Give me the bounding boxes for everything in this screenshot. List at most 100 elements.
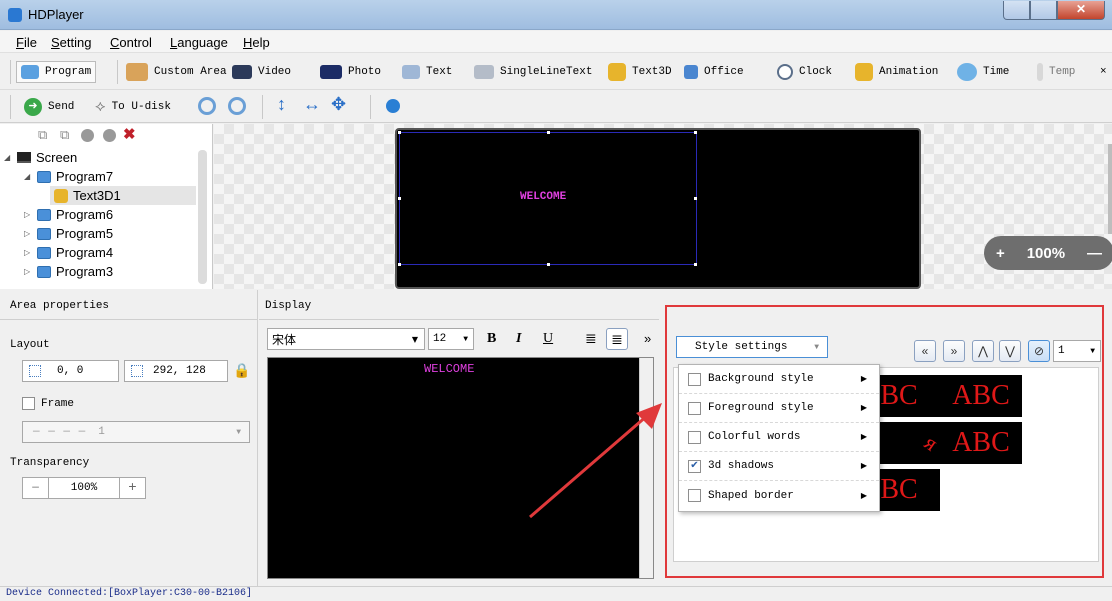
chevron-down-icon: ▼ — [463, 334, 468, 344]
align-left-icon[interactable]: ≣ — [585, 330, 597, 347]
move-icon[interactable]: ✥ — [331, 94, 346, 115]
text3d-icon — [54, 188, 68, 203]
editor-welcome-text: WELCOME — [424, 362, 475, 376]
program-icon — [37, 265, 51, 278]
position-icon — [29, 365, 41, 377]
text-button[interactable]: Text — [402, 61, 452, 83]
font-size-select[interactable]: 12 ▼ — [428, 328, 474, 350]
maximize-button[interactable] — [1030, 1, 1057, 20]
annotation-arrow — [529, 403, 662, 519]
app-icon — [8, 8, 22, 22]
lock-icon[interactable]: 🔒 — [233, 362, 250, 379]
menu-language[interactable]: Language — [170, 35, 228, 50]
tree-scrollbar[interactable] — [198, 150, 207, 284]
frame-checkbox[interactable] — [22, 397, 35, 410]
usb-icon: ⟡ — [95, 98, 106, 116]
delete-icon[interactable]: ✖ — [123, 125, 136, 143]
copy-icon[interactable]: ⧉ — [38, 127, 47, 143]
play-icon[interactable] — [386, 99, 400, 113]
clock-button[interactable]: Clock — [777, 61, 832, 83]
position-field[interactable]: 0, 0 — [22, 360, 119, 382]
tree-item-program5[interactable]: ▷ Program5 — [24, 224, 113, 243]
area-properties-panel: Area properties Layout 0, 0 292, 128 🔒 F… — [0, 290, 258, 586]
move-up-icon[interactable] — [81, 129, 94, 142]
selected-area[interactable]: WELCOME — [398, 131, 697, 266]
highlight-box — [665, 305, 1104, 578]
zoom-in-button[interactable]: + — [996, 245, 1005, 262]
singlelinetext-button[interactable]: SingleLineText — [474, 61, 592, 83]
transparency-increase[interactable]: + — [119, 478, 145, 498]
canvas-scrollbar[interactable] — [1108, 144, 1112, 234]
text3d-icon — [608, 63, 626, 81]
text3d-button[interactable]: Text3D — [608, 61, 672, 83]
tree-item-screen[interactable]: ◢ Screen — [4, 148, 77, 167]
vertical-stretch-icon[interactable]: ↕ — [277, 94, 286, 115]
menu-bar: File Setting Control Language Help — [0, 31, 1112, 53]
zoom-control[interactable]: + 100% — — [984, 236, 1112, 270]
horizontal-stretch-icon[interactable]: ↔ — [303, 94, 321, 115]
frame-select[interactable]: — — — — 1 ▼ — [22, 421, 250, 443]
window-title: HDPlayer — [28, 7, 84, 22]
animation-button[interactable]: Animation — [855, 61, 938, 83]
transparency-label: Transparency — [10, 457, 90, 469]
tree-item-program6[interactable]: ▷ Program6 — [24, 205, 113, 224]
menu-control[interactable]: Control — [110, 35, 152, 50]
frame-label: Frame — [41, 398, 75, 410]
transparency-decrease[interactable]: — — [23, 478, 49, 498]
chevron-down-icon: ▼ — [411, 334, 418, 344]
italic-button[interactable]: I — [516, 331, 521, 347]
monitor-icon — [17, 152, 31, 163]
program-button[interactable]: Program — [16, 61, 97, 83]
zoom-in-icon[interactable] — [198, 97, 216, 115]
photo-icon — [320, 65, 342, 79]
time-button[interactable]: Time — [957, 61, 1009, 83]
send-icon: ➜ — [24, 98, 42, 116]
zoom-value: 100% — [1026, 244, 1066, 262]
expanded-icon: ◢ — [4, 153, 11, 162]
transparency-stepper[interactable]: — 100% + — [22, 477, 146, 499]
menu-help[interactable]: Help — [243, 35, 270, 50]
to-udisk-button[interactable]: ⟡ To U-disk — [95, 96, 171, 118]
zoom-out-button[interactable]: — — [1087, 245, 1102, 262]
photo-button[interactable]: Photo — [320, 61, 381, 83]
tree-item-program4[interactable]: ▷ Program4 — [24, 243, 113, 262]
move-down-icon[interactable] — [103, 129, 116, 142]
menu-file[interactable]: File — [16, 35, 37, 50]
thermometer-icon — [1037, 63, 1043, 81]
collapsed-icon: ▷ — [24, 229, 31, 238]
menu-setting[interactable]: Setting — [51, 35, 91, 50]
tree-item-program7[interactable]: ◢ Program7 — [24, 167, 113, 186]
video-button[interactable]: Video — [232, 61, 291, 83]
office-button[interactable]: Office — [684, 61, 744, 83]
custom-area-button[interactable]: Custom Area — [126, 61, 227, 83]
more-formatting-button[interactable]: » — [644, 331, 651, 346]
singlelinetext-icon — [474, 65, 494, 79]
size-field[interactable]: 292, 128 — [124, 360, 228, 382]
custom-area-icon — [126, 63, 148, 81]
led-screen[interactable]: WELCOME — [395, 128, 921, 289]
zoom-out-icon[interactable] — [228, 97, 246, 115]
text-icon — [402, 65, 420, 79]
office-icon — [684, 65, 698, 79]
tree-item-program3[interactable]: ▷ Program3 — [24, 262, 113, 281]
bold-button[interactable]: B — [487, 331, 496, 347]
toolbar-overflow-button[interactable]: × — [1100, 61, 1107, 83]
send-button[interactable]: ➜ Send — [24, 96, 74, 118]
size-icon — [131, 365, 143, 377]
tree-item-text3d1[interactable]: Text3D1 — [50, 186, 196, 205]
program-icon — [37, 170, 51, 183]
underline-button[interactable]: U — [543, 331, 553, 347]
close-button[interactable]: ✕ — [1057, 1, 1105, 20]
status-bar: Device Connected:[BoxPlayer:C30-00-B2106… — [0, 586, 1112, 601]
program-icon — [37, 208, 51, 221]
title-bar: HDPlayer ✕ — [0, 0, 1112, 30]
content-toolbar: Program Custom Area Video Photo Text Sin… — [0, 54, 1112, 90]
temp-button[interactable]: Temp — [1037, 61, 1075, 83]
minimize-button[interactable] — [1003, 1, 1030, 20]
program-icon — [21, 65, 39, 79]
expanded-icon: ◢ — [24, 172, 31, 181]
font-select[interactable]: 宋体 ▼ — [267, 328, 425, 350]
align-center-icon[interactable]: ≣ — [606, 328, 628, 350]
paste-icon[interactable]: ⧉ — [60, 127, 69, 143]
clock-icon — [777, 64, 793, 80]
